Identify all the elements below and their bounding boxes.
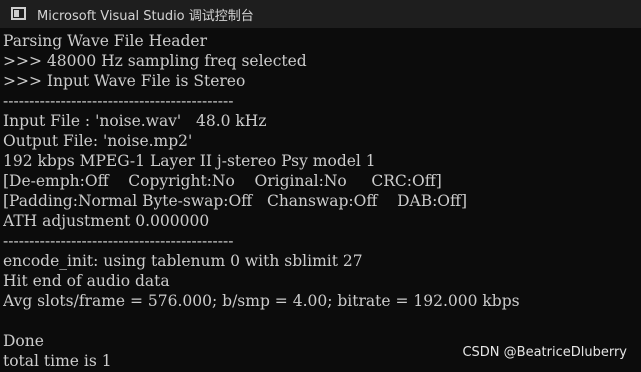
console-line: [Padding:Normal Byte-swap:Off Chanswap:O… (3, 192, 468, 210)
console-line: encode_init: using tablenum 0 with sblim… (3, 252, 363, 270)
console-separator: ----------------------------------------… (3, 92, 234, 110)
console-line: >>> 48000 Hz sampling freq selected (3, 52, 307, 70)
title-bar[interactable]: Microsoft Visual Studio 调试控制台 (0, 0, 641, 28)
console-line: [De-emph:Off Copyright:No Original:No CR… (3, 172, 442, 190)
console-line: Parsing Wave File Header (3, 32, 208, 50)
console-output[interactable]: Parsing Wave File Header >>> 48000 Hz sa… (3, 31, 641, 371)
console-line: ATH adjustment 0.000000 (3, 212, 210, 230)
console-line: 192 kbps MPEG-1 Layer II j-stereo Psy mo… (3, 152, 376, 170)
watermark: CSDN @BeatriceDluberry (462, 345, 627, 360)
console-line: Hit end of audio data (3, 272, 170, 290)
console-line: >>> Input Wave File is Stereo (3, 72, 246, 90)
console-window-icon (11, 7, 26, 20)
console-separator: ----------------------------------------… (3, 232, 234, 250)
console-window: Microsoft Visual Studio 调试控制台 Parsing Wa… (0, 0, 641, 372)
console-line: Avg slots/frame = 576.000; b/smp = 4.00;… (3, 292, 520, 310)
console-line: Input File : 'noise.wav' 48.0 kHz (3, 112, 267, 130)
window-title: Microsoft Visual Studio 调试控制台 (37, 9, 254, 24)
console-line: Output File: 'noise.mp2' (3, 132, 193, 150)
